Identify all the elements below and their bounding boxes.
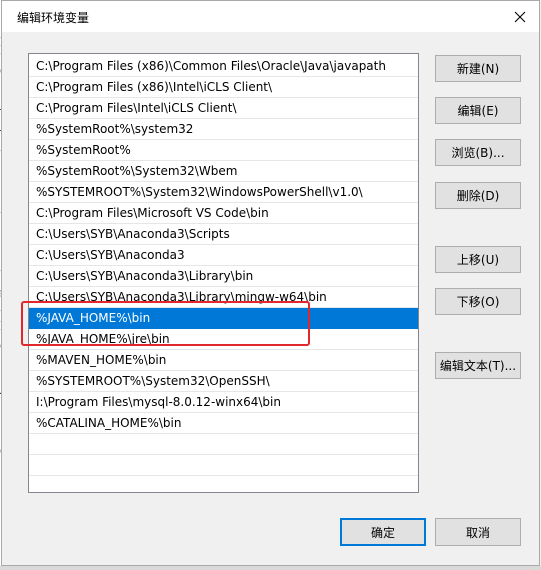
list-item[interactable]: C:\Users\SYB\Anaconda3	[29, 245, 418, 266]
delete-button[interactable]: 删除(D)	[435, 182, 521, 209]
list-item[interactable]: %SYSTEMROOT%\System32\OpenSSH\	[29, 371, 418, 392]
background-window-bottom	[0, 566, 541, 570]
list-item[interactable]: %SystemRoot%\System32\Wbem	[29, 161, 418, 182]
browse-button[interactable]: 浏览(B)...	[435, 139, 521, 166]
list-item[interactable]: %SystemRoot%\system32	[29, 119, 418, 140]
list-item[interactable]: I:\Program Files\mysql-8.0.12-winx64\bin	[29, 392, 418, 413]
edit-text-button[interactable]: 编辑文本(T)...	[435, 352, 521, 379]
list-item[interactable]: %JAVA_HOME%\jre\bin	[29, 329, 418, 350]
path-list[interactable]: C:\Program Files (x86)\Common Files\Orac…	[28, 53, 419, 493]
list-item[interactable]	[29, 434, 418, 455]
edit-button[interactable]: 编辑(E)	[435, 97, 521, 124]
list-item[interactable]	[29, 476, 418, 492]
list-item[interactable]: %SYSTEMROOT%\System32\WindowsPowerShell\…	[29, 182, 418, 203]
list-item[interactable]	[29, 455, 418, 476]
list-item[interactable]: C:\Users\SYB\Anaconda3\Library\bin	[29, 266, 418, 287]
title-bar: 编辑环境变量	[2, 1, 539, 32]
cancel-button[interactable]: 取消	[435, 518, 521, 546]
move-up-button[interactable]: 上移(U)	[435, 246, 521, 273]
list-item[interactable]: %SystemRoot%	[29, 140, 418, 161]
move-down-button[interactable]: 下移(O)	[435, 288, 521, 315]
new-button[interactable]: 新建(N)	[435, 55, 521, 82]
list-item[interactable]: C:\Program Files (x86)\Common Files\Orac…	[29, 56, 418, 77]
ok-button[interactable]: 确定	[340, 518, 426, 546]
list-item[interactable]: %JAVA_HOME%\bin	[29, 308, 418, 329]
close-icon	[514, 11, 526, 22]
dialog-title: 编辑环境变量	[17, 11, 90, 25]
list-item[interactable]: C:\Program Files\Microsoft VS Code\bin	[29, 203, 418, 224]
edit-environment-variable-dialog: 编辑环境变量 C:\Program Files (x86)\Common Fil…	[1, 0, 540, 566]
list-item[interactable]: %MAVEN_HOME%\bin	[29, 350, 418, 371]
list-item[interactable]: C:\Program Files\Intel\iCLS Client\	[29, 98, 418, 119]
list-item[interactable]: %CATALINA_HOME%\bin	[29, 413, 418, 434]
list-item[interactable]: C:\Users\SYB\Anaconda3\Scripts	[29, 224, 418, 245]
list-item[interactable]: C:\Program Files (x86)\Intel\iCLS Client…	[29, 77, 418, 98]
close-button[interactable]	[501, 1, 539, 32]
list-item[interactable]: C:\Users\SYB\Anaconda3\Library\mingw-w64…	[29, 287, 418, 308]
